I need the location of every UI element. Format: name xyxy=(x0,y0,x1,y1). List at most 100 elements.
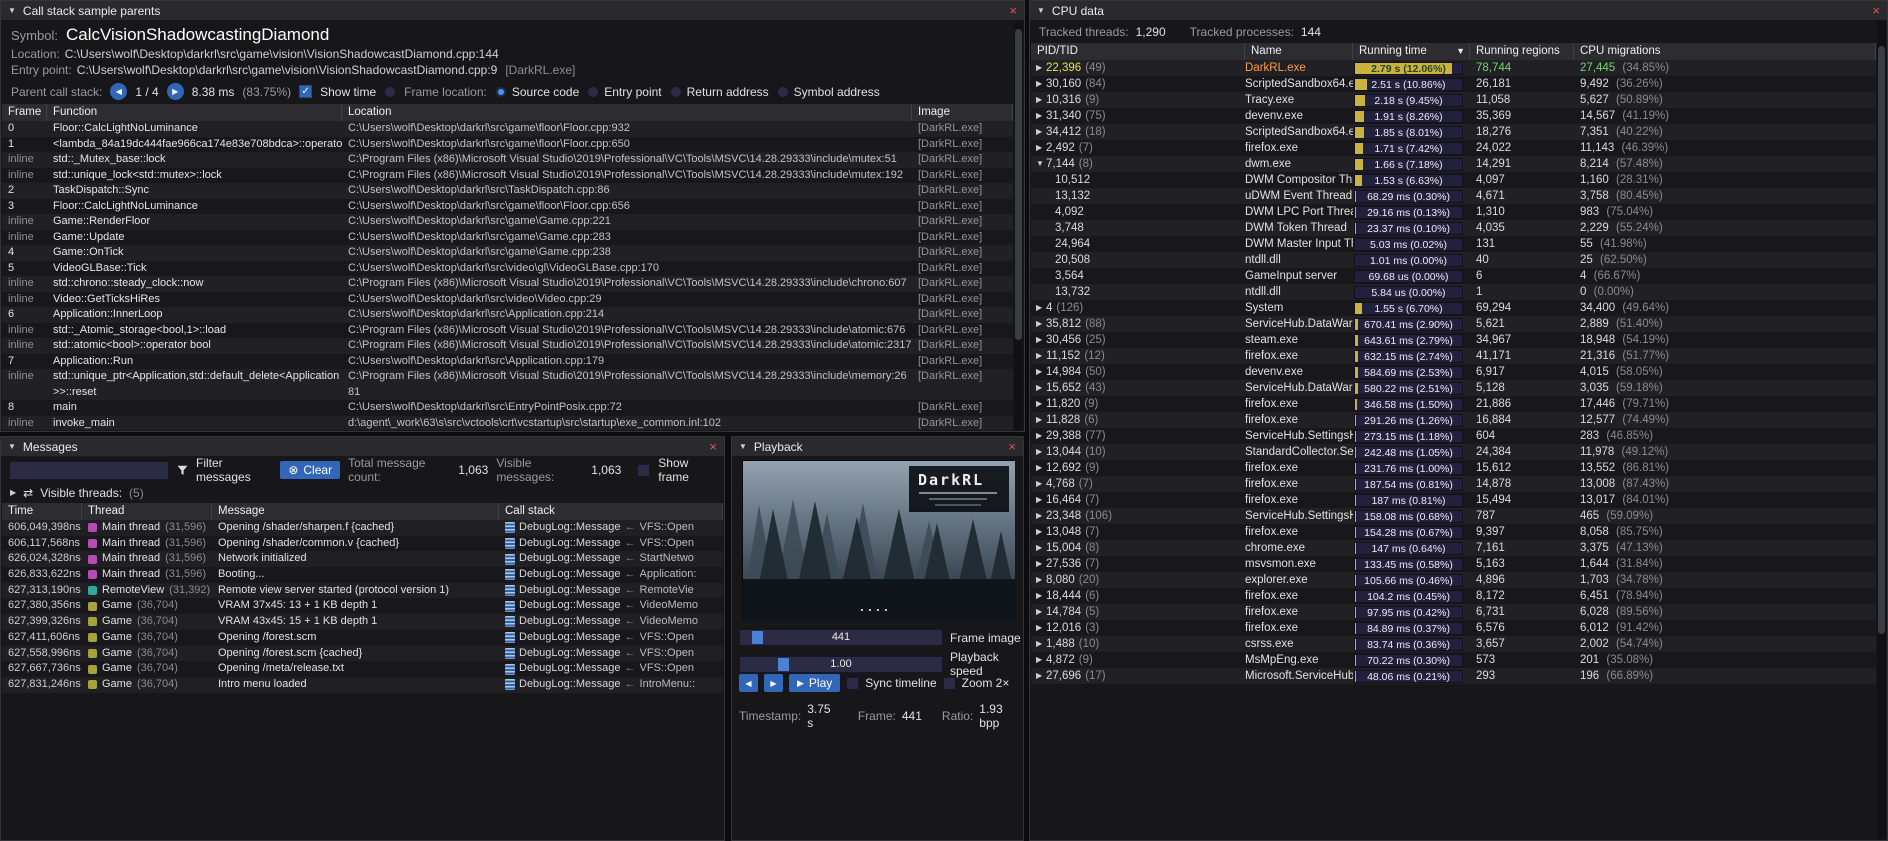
expand-icon[interactable]: ▼ xyxy=(1031,156,1046,172)
cpu-row[interactable]: ▶ 12,692 (9) firefox.exe 231.76 ms (1.00… xyxy=(1031,460,1876,476)
frame-location[interactable]: C:\Users\wolf\Desktop\darkrl\src\game\Ga… xyxy=(342,230,912,246)
frame-function[interactable]: main xyxy=(47,400,342,416)
expand-icon[interactable]: ▶ xyxy=(1031,460,1046,476)
frame-function[interactable]: std::_Atomic_storage<bool,1>::load xyxy=(47,323,342,339)
scrollbar-thumb[interactable] xyxy=(1015,29,1022,340)
expand-icon[interactable]: ▶ xyxy=(1031,332,1046,348)
expand-icon[interactable]: ▶ xyxy=(1031,92,1046,108)
message-callstack[interactable]: DebugLog::Message ← VideoMemo xyxy=(499,598,723,614)
cpu-row[interactable]: ▶ 11,152 (12) firefox.exe 632.15 ms (2.7… xyxy=(1031,348,1876,364)
message-callstack[interactable]: DebugLog::Message ← Application: xyxy=(499,567,723,583)
cpu-row[interactable]: ▶ 34,412 (18) ScriptedSandbox64.exe 1.85… xyxy=(1031,124,1876,140)
callstack-frame-row[interactable]: 6 Application::InnerLoop C:\Users\wolf\D… xyxy=(2,307,1013,323)
expand-icon[interactable]: ▶ xyxy=(1031,428,1046,444)
message-callstack[interactable]: DebugLog::Message ← VFS::Open xyxy=(499,520,723,536)
frame-function[interactable]: std::atomic<bool>::operator bool xyxy=(47,338,342,354)
frame-location[interactable]: C:\Users\wolf\Desktop\darkrl\src\video\g… xyxy=(342,261,912,277)
cpu-row[interactable]: ▶ 30,456 (25) steam.exe 643.61 ms (2.79%… xyxy=(1031,332,1876,348)
cpu-row[interactable]: ▶ 11,820 (9) firefox.exe 346.58 ms (1.50… xyxy=(1031,396,1876,412)
filter-input[interactable] xyxy=(9,461,169,480)
message-callstack[interactable]: DebugLog::Message ← VFS::Open xyxy=(499,630,723,646)
frame-location[interactable]: C:\Users\wolf\Desktop\darkrl\src\game\fl… xyxy=(342,137,912,153)
expand-icon[interactable]: ▶ xyxy=(1031,300,1046,316)
zoom-2x-checkbox[interactable] xyxy=(943,677,956,690)
radio-icon[interactable] xyxy=(587,86,599,98)
cpu-row[interactable]: ▶ 16,464 (7) firefox.exe 187 ms (0.81%) … xyxy=(1031,492,1876,508)
frame-function[interactable]: Game::RenderFloor xyxy=(47,214,342,230)
expand-icon[interactable]: ▶ xyxy=(1031,508,1046,524)
frame-location[interactable]: C:\Users\wolf\Desktop\darkrl\src\EntryPo… xyxy=(342,400,912,416)
sync-timeline-checkbox[interactable] xyxy=(846,677,859,690)
play-button[interactable]: ▶ Play xyxy=(789,674,840,692)
frame-function[interactable]: Floor::CalcLightNoLuminance xyxy=(47,121,342,137)
cpu-row[interactable]: ▶ 10,316 (9) Tracy.exe 2.18 s (9.45%) 11… xyxy=(1031,92,1876,108)
frame-location[interactable]: d:\agent\_work\63\s\src\vctools\crt\vcst… xyxy=(342,416,912,431)
callstack-frame-row[interactable]: inline std::_Mutex_base::lock C:\Program… xyxy=(2,152,1013,168)
entry-point-path[interactable]: C:\Users\wolf\Desktop\darkrl\src\game\vi… xyxy=(77,63,498,77)
callstack-frame-row[interactable]: inline std::atomic<bool>::operator bool … xyxy=(2,338,1013,354)
frame-function[interactable]: Application::Run xyxy=(47,354,342,370)
message-callstack[interactable]: DebugLog::Message ← VFS::Open xyxy=(499,646,723,662)
message-row[interactable]: 627,558,996ns Game (36,704) Opening /for… xyxy=(2,646,723,662)
cpu-row[interactable]: ▶ 23,348 (106) ServiceHub.SettingsHost 1… xyxy=(1031,508,1876,524)
cpu-row[interactable]: ▶ 22,396 (49) DarkRL.exe 2.79 s (12.06%)… xyxy=(1031,60,1876,76)
expand-icon[interactable]: ▶ xyxy=(1031,604,1046,620)
frame-function[interactable]: VideoGLBase::Tick xyxy=(47,261,342,277)
cpu-row[interactable]: 3,564 GameInput server 69.68 us (0.00%) … xyxy=(1031,268,1876,284)
close-icon[interactable]: × xyxy=(1009,4,1017,17)
callstack-frame-row[interactable]: 4 Game::OnTick C:\Users\wolf\Desktop\dar… xyxy=(2,245,1013,261)
cpu-row[interactable]: ▶ 30,160 (84) ScriptedSandbox64.exe 2.51… xyxy=(1031,76,1876,92)
callstack-frame-row[interactable]: 5 VideoGLBase::Tick C:\Users\wolf\Deskto… xyxy=(2,261,1013,277)
callstack-frame-row[interactable]: inline Video::GetTicksHiRes C:\Users\wol… xyxy=(2,292,1013,308)
frame-function[interactable]: std::_Mutex_base::lock xyxy=(47,152,342,168)
message-row[interactable]: 627,831,246ns Game (36,704) Intro menu l… xyxy=(2,677,723,693)
messages-titlebar[interactable]: ▼ Messages × xyxy=(1,437,724,456)
scrollbar-thumb[interactable] xyxy=(1878,46,1885,635)
cpu-row[interactable]: ▶ 13,048 (7) firefox.exe 154.28 ms (0.67… xyxy=(1031,524,1876,540)
frame-location[interactable]: C:\Program Files (x86)\Microsoft Visual … xyxy=(342,152,912,168)
expand-icon[interactable]: ▶ xyxy=(1031,364,1046,380)
expand-icon[interactable]: ▶ xyxy=(1031,380,1046,396)
location-path[interactable]: C:\Users\wolf\Desktop\darkrl\src\game\vi… xyxy=(65,47,499,61)
message-row[interactable]: 626,833,622ns Main thread (31,596) Booti… xyxy=(2,567,723,583)
message-row[interactable]: 627,667,736ns Game (36,704) Opening /met… xyxy=(2,661,723,677)
message-callstack[interactable]: DebugLog::Message ← RemoteVie xyxy=(499,583,723,599)
cpu-row[interactable]: 13,732 ntdll.dll 5.84 us (0.00%) 1 0 (0.… xyxy=(1031,284,1876,300)
cpu-row[interactable]: ▶ 15,004 (8) chrome.exe 147 ms (0.64%) 7… xyxy=(1031,540,1876,556)
cpu-row[interactable]: ▶ 1,488 (10) csrss.exe 83.74 ms (0.36%) … xyxy=(1031,636,1876,652)
frame-function[interactable]: std::chrono::steady_clock::now xyxy=(47,276,342,292)
cpu-row[interactable]: ▶ 8,080 (20) explorer.exe 105.66 ms (0.4… xyxy=(1031,572,1876,588)
callstack-frame-row[interactable]: 3 Floor::CalcLightNoLuminance C:\Users\w… xyxy=(2,199,1013,215)
frame-location[interactable]: C:\Program Files (x86)\Microsoft Visual … xyxy=(342,369,912,400)
expand-icon[interactable]: ▶ xyxy=(1031,572,1046,588)
column-message[interactable]: Message xyxy=(212,503,499,520)
radio-icon[interactable] xyxy=(670,86,682,98)
expand-icon[interactable]: ▶ xyxy=(10,488,16,497)
show-time-checkbox[interactable]: ✓ xyxy=(299,85,312,98)
cpu-row[interactable]: ▶ 13,044 (10) StandardCollector.Servic 2… xyxy=(1031,444,1876,460)
column-running-time[interactable]: Running time▼ xyxy=(1353,43,1470,60)
playback-titlebar[interactable]: ▼ Playback × xyxy=(732,437,1023,456)
frame-function[interactable]: Floor::CalcLightNoLuminance xyxy=(47,199,342,215)
callstack-frame-row[interactable]: inline std::unique_ptr<Application,std::… xyxy=(2,369,1013,400)
callstack-frame-row[interactable]: 1 <lambda_84a19dc444fae966ca174e83e708bd… xyxy=(2,137,1013,153)
frame-function[interactable]: Game::Update xyxy=(47,230,342,246)
expand-icon[interactable]: ▶ xyxy=(1031,316,1046,332)
message-row[interactable]: 627,411,606ns Game (36,704) Opening /for… xyxy=(2,630,723,646)
frame-function[interactable]: invoke_main xyxy=(47,416,342,431)
prev-frame-button[interactable]: ◀ xyxy=(739,674,758,692)
frame-location[interactable]: C:\Users\wolf\Desktop\darkrl\src\Applica… xyxy=(342,354,912,370)
frame-function[interactable]: <lambda_84a19dc444fae966ca174e83e708bdca… xyxy=(47,137,342,153)
expand-icon[interactable]: ▶ xyxy=(1031,524,1046,540)
expand-icon[interactable]: ▶ xyxy=(1031,556,1046,572)
callstack-frame-row[interactable]: inline Game::Update C:\Users\wolf\Deskto… xyxy=(2,230,1013,246)
next-callstack-button[interactable]: ▶ xyxy=(167,83,184,100)
expand-icon[interactable]: ▶ xyxy=(1031,652,1046,668)
frame-location[interactable]: C:\Program Files (x86)\Microsoft Visual … xyxy=(342,276,912,292)
callstack-titlebar[interactable]: ▼ Call stack sample parents × xyxy=(1,1,1024,20)
frame-location[interactable]: C:\Users\wolf\Desktop\darkrl\src\game\Ga… xyxy=(342,214,912,230)
cpu-row[interactable]: ▶ 12,016 (3) firefox.exe 84.89 ms (0.37%… xyxy=(1031,620,1876,636)
frame-location-radio[interactable]: Return address xyxy=(670,85,769,99)
callstack-frame-row[interactable]: inline Game::RenderFloor C:\Users\wolf\D… xyxy=(2,214,1013,230)
frame-location[interactable]: C:\Program Files (x86)\Microsoft Visual … xyxy=(342,323,912,339)
